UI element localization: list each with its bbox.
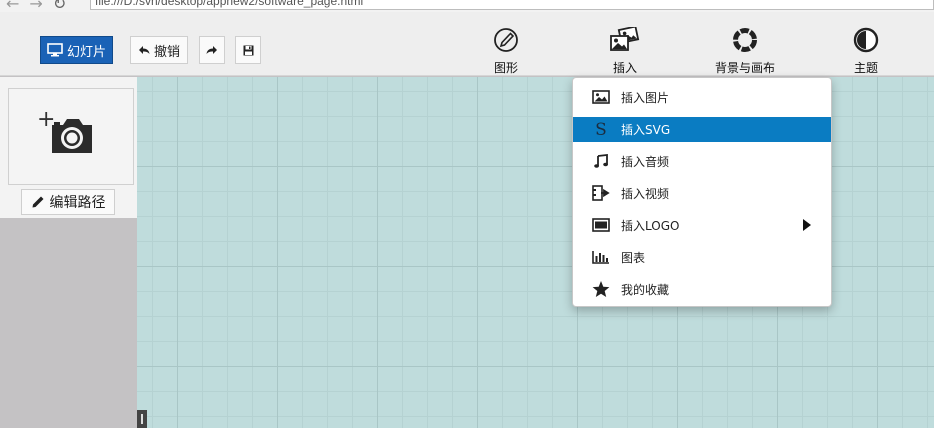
panel-resize-handle[interactable]: [137, 410, 147, 428]
shape-tool[interactable]: 图形: [461, 26, 551, 76]
save-icon: [243, 45, 254, 56]
logo-rect-icon: [591, 209, 611, 241]
menu-item-insert-image[interactable]: 插入图片: [573, 81, 831, 113]
menu-item-label: 插入视频: [621, 186, 670, 201]
background-canvas-tool[interactable]: 背景与画布: [700, 26, 790, 76]
slides-button[interactable]: 幻灯片: [40, 36, 113, 64]
theme-tool-label: 主题: [853, 61, 878, 75]
menu-item-insert-logo[interactable]: 插入LOGO: [573, 209, 831, 241]
reload-icon[interactable]: ↻: [53, 0, 66, 12]
insert-dropdown-menu: 插入图片 S 插入SVG 插入音频 插入视频 插入LOGO 图表 我的收藏: [572, 77, 832, 307]
undo-button[interactable]: 撤销: [130, 36, 188, 64]
forward-arrow-icon[interactable]: →: [29, 0, 42, 12]
video-icon: [591, 177, 611, 209]
menu-item-label: 插入音频: [621, 154, 670, 169]
menu-item-label: 我的收藏: [621, 282, 670, 297]
browser-chrome: ← → ↻ file:///D:/svn/desktop/appnew2/sof…: [0, 0, 934, 12]
compass-icon: [461, 26, 551, 54]
insert-tool[interactable]: 插入: [580, 26, 670, 76]
undo-label: 撤销: [153, 44, 180, 60]
submenu-arrow-icon: [803, 219, 811, 231]
star-icon: [591, 273, 611, 305]
menu-item-insert-svg[interactable]: S 插入SVG: [573, 117, 831, 142]
address-bar[interactable]: file:///D:/svn/desktop/appnew2/software_…: [90, 0, 934, 10]
menu-item-my-favorites[interactable]: 我的收藏: [573, 273, 831, 305]
menu-item-label: 插入SVG: [621, 123, 671, 137]
browser-nav: ← → ↻: [6, 0, 66, 12]
svg-s-icon: S: [595, 119, 607, 140]
image-icon: [591, 81, 611, 113]
menu-item-chart[interactable]: 图表: [573, 241, 831, 273]
contrast-icon: [821, 26, 911, 54]
music-note-icon: [591, 145, 611, 177]
undo-icon: [138, 45, 150, 55]
save-button[interactable]: [235, 36, 261, 64]
theme-tool[interactable]: 主题: [821, 26, 911, 76]
insert-tool-label: 插入: [612, 61, 637, 75]
camera-icon: [49, 117, 95, 155]
menu-item-label: 插入图片: [621, 90, 670, 105]
bar-chart-icon: [591, 241, 611, 273]
edit-path-button[interactable]: 编辑路径: [21, 189, 115, 215]
slides-label: 幻灯片: [66, 44, 106, 60]
edit-path-label: 编辑路径: [49, 195, 106, 211]
shape-tool-label: 图形: [493, 61, 518, 75]
redo-button[interactable]: [199, 36, 225, 64]
back-arrow-icon[interactable]: ←: [6, 0, 19, 12]
address-text: file:///D:/svn/desktop/appnew2/software_…: [95, 0, 364, 8]
image-placeholder[interactable]: +: [8, 88, 134, 185]
menu-item-label: 图表: [621, 250, 646, 265]
ring-icon: [700, 26, 790, 54]
menu-item-insert-video[interactable]: 插入视频: [573, 177, 831, 209]
left-panel: + 编辑路径: [0, 77, 137, 218]
menu-item-label: 插入LOGO: [621, 218, 680, 233]
monitor-icon: [47, 43, 63, 57]
images-icon: [580, 26, 670, 54]
redo-icon: [206, 45, 218, 55]
pencil-icon: [31, 195, 45, 209]
background-canvas-label: 背景与画布: [714, 61, 775, 75]
main-toolbar: 幻灯片 撤销 图形 插入 背景与画布 主题: [0, 12, 934, 76]
menu-item-insert-audio[interactable]: 插入音频: [573, 145, 831, 177]
